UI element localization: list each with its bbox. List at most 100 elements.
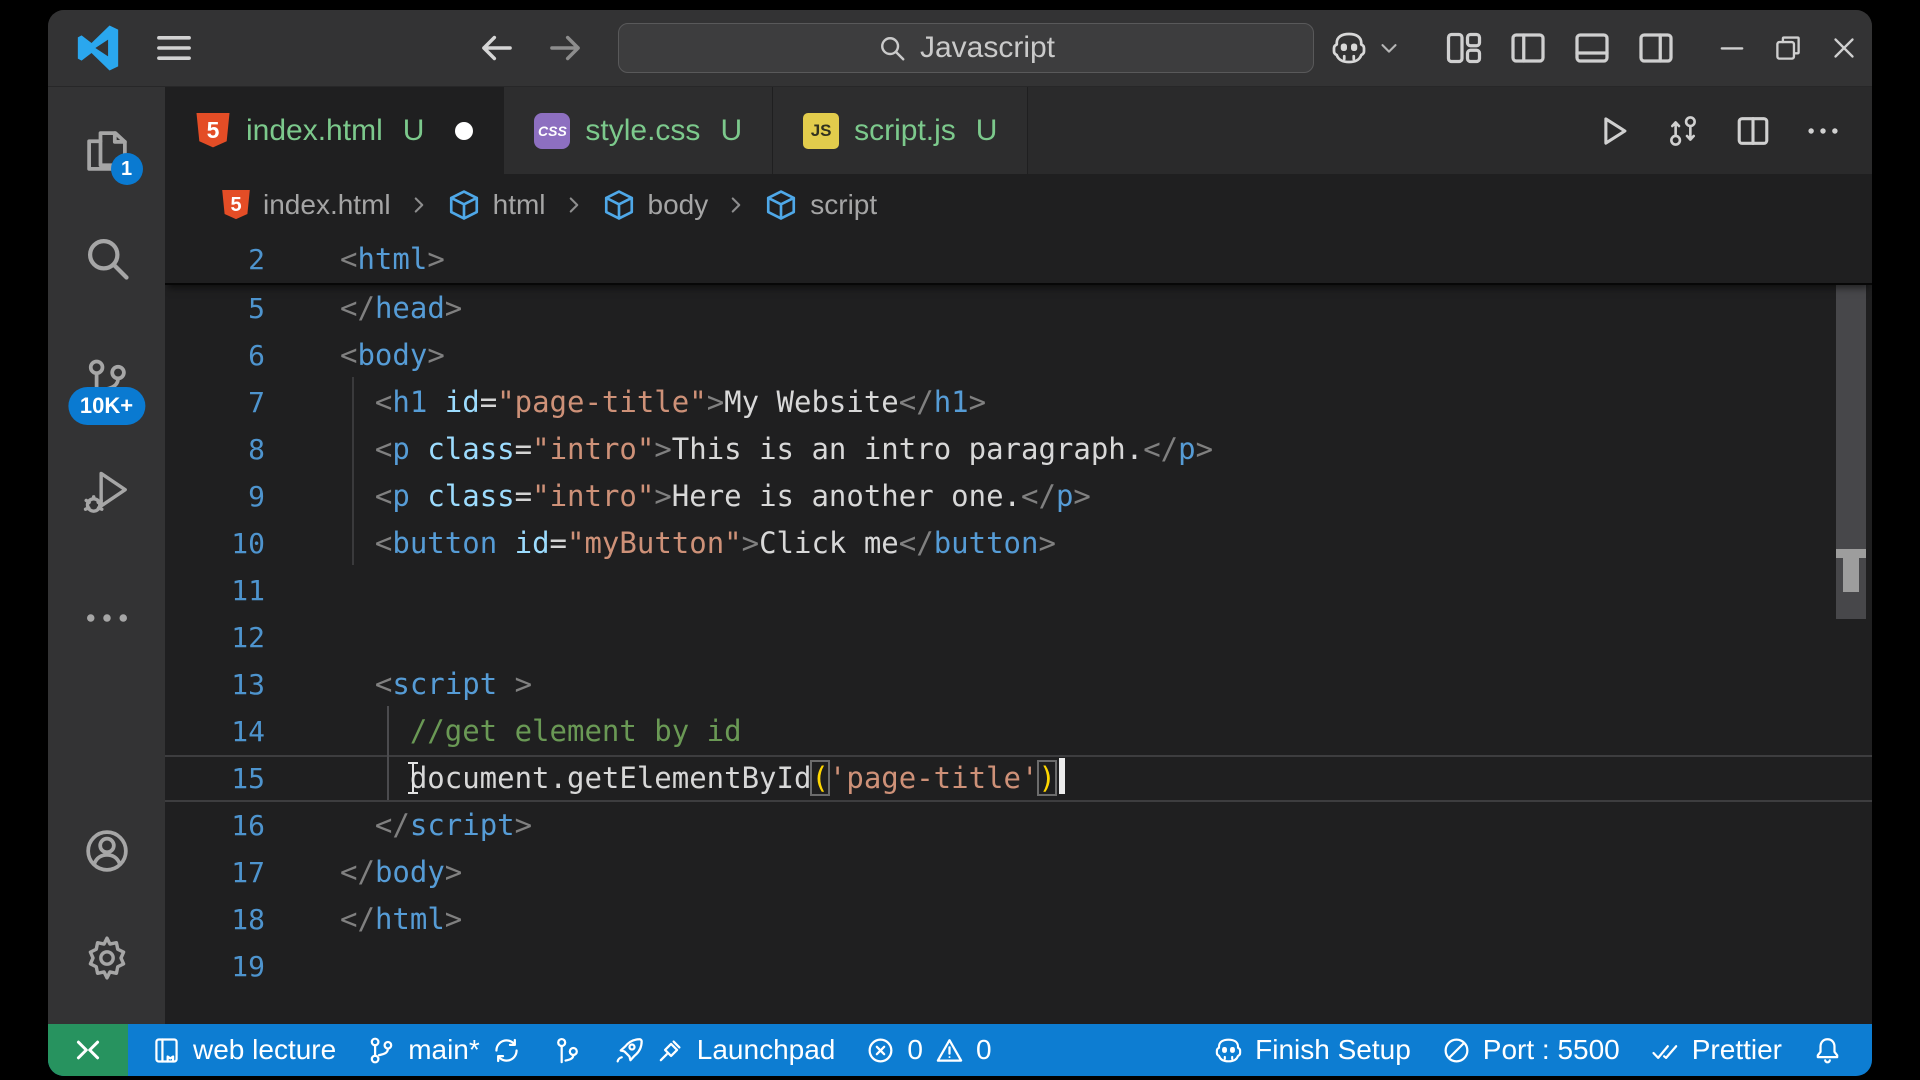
code-line-content: <p class="intro">Here is another one.</p… [265, 473, 1091, 520]
tab-dirty-dot[interactable] [455, 122, 473, 140]
code-line-content: </script> [265, 802, 532, 849]
code-line[interactable]: 18</html> [165, 896, 1872, 943]
code-line-content [265, 567, 340, 614]
code-line[interactable]: 14 //get element by id [165, 708, 1872, 755]
copilot-menu-button[interactable] [1329, 28, 1402, 68]
breadcrumb: 5index.html html body script [165, 174, 1872, 236]
status-item-workspace[interactable]: web lecture [136, 1024, 351, 1076]
tab-index.html[interactable]: 5index.htmlU [165, 87, 504, 174]
code-line[interactable]: 9 <p class="intro">Here is another one.<… [165, 473, 1872, 520]
copilot-icon [1213, 1035, 1244, 1066]
nav-history [476, 10, 586, 86]
git-branch-icon [366, 1035, 397, 1066]
activity-item-source-control[interactable]: 10K+ [75, 349, 139, 413]
open-changes-button[interactable] [1664, 112, 1702, 150]
code-line-content [265, 614, 340, 661]
toggle-primary-sidebar-button[interactable] [1508, 28, 1548, 68]
code-line-content: <body> [265, 332, 445, 379]
toggle-secondary-sidebar-button[interactable] [1636, 28, 1676, 68]
account-icon [81, 825, 133, 877]
line-number: 15 [165, 755, 265, 802]
code-line[interactable]: 5</head> [165, 285, 1872, 332]
tab-label: script.js [854, 114, 956, 148]
breadcrumb-item-index.html[interactable]: 5index.html [221, 189, 391, 221]
command-center-search[interactable]: Javascript [618, 23, 1314, 73]
activity-bar: 1 10K+ [48, 87, 165, 1024]
status-right: Finish SetupPort : 5500 Prettier [1198, 1024, 1872, 1076]
breadcrumb-item-html[interactable]: html [447, 188, 546, 222]
breadcrumb-label: html [493, 189, 546, 221]
activity-item-search[interactable] [75, 226, 139, 290]
code-line[interactable]: 6<body> [165, 332, 1872, 379]
minimize-button[interactable] [1704, 10, 1760, 86]
minimize-icon [1715, 31, 1749, 65]
line-number: 14 [165, 708, 265, 755]
gear-icon [81, 932, 133, 984]
line-number: 7 [165, 379, 265, 426]
breadcrumb-item-body[interactable]: body [602, 188, 709, 222]
run-file-button[interactable] [1594, 112, 1632, 150]
code-line-content: <html> [265, 236, 445, 283]
status-item-live-server-port[interactable]: Port : 5500 [1426, 1024, 1635, 1076]
toggle-panel-button[interactable] [1572, 28, 1612, 68]
status-item-launchpad[interactable]: Launchpad [598, 1024, 851, 1076]
more-actions-button[interactable] [1804, 112, 1842, 150]
tab-git-status: U [720, 114, 742, 148]
nav-back[interactable] [476, 27, 518, 69]
line-number: 6 [165, 332, 265, 379]
status-item-text: Launchpad [697, 1034, 836, 1066]
status-item-source-control-graph[interactable] [537, 1024, 598, 1076]
activity-item-explorer[interactable]: 1 [75, 119, 139, 183]
line-number: 2 [165, 236, 265, 283]
code-editor[interactable]: 2<html>5</head>6<body>7 <h1 id="page-tit… [165, 236, 1872, 1024]
circle-slash-icon [1441, 1035, 1472, 1066]
code-line[interactable]: 13 <script > [165, 661, 1872, 708]
breadcrumb-item-script[interactable]: script [764, 188, 877, 222]
line-number: 12 [165, 614, 265, 661]
activity-item-run-and-debug[interactable] [75, 459, 139, 523]
restore-button[interactable] [1760, 10, 1816, 86]
search-icon [877, 33, 907, 63]
status-item-prettier[interactable]: Prettier [1635, 1024, 1797, 1076]
git-graph-icon [552, 1035, 583, 1066]
code-line[interactable]: 19 [165, 943, 1872, 990]
close-button[interactable] [1816, 10, 1872, 86]
mouse-ibeam-cursor [412, 762, 414, 794]
code-line[interactable]: 12 [165, 614, 1872, 661]
customize-layout-button[interactable] [1444, 28, 1484, 68]
activity-item-settings[interactable] [75, 926, 139, 990]
menu-icon[interactable] [152, 26, 196, 70]
code-line[interactable]: 11 [165, 567, 1872, 614]
line-number: 16 [165, 802, 265, 849]
nav-forward[interactable] [544, 27, 586, 69]
activity-item-additional-views[interactable] [75, 586, 139, 650]
code-line[interactable]: 17</body> [165, 849, 1872, 896]
tab-style.css[interactable]: CSSstyle.cssU [504, 87, 773, 174]
split-editor-button[interactable] [1734, 112, 1772, 150]
code-line[interactable]: 8 <p class="intro">This is an intro para… [165, 426, 1872, 473]
status-item-text: Prettier [1692, 1034, 1782, 1066]
tab-script.js[interactable]: JSscript.jsU [773, 87, 1028, 174]
status-item-copilot-finish-setup[interactable]: Finish Setup [1198, 1024, 1426, 1076]
status-item-git-branch[interactable]: main* [351, 1024, 537, 1076]
status-item-text: 0 [907, 1034, 923, 1066]
bell-icon [1812, 1035, 1843, 1066]
status-item-notifications[interactable] [1797, 1024, 1858, 1076]
code-line[interactable]: 10 <button id="myButton">Click me</butto… [165, 520, 1872, 567]
line-number: 17 [165, 849, 265, 896]
book-icon [151, 1035, 182, 1066]
workbench: 110K+ 5index.htmlUCSSstyle.cssUJSscript.… [48, 87, 1872, 1024]
activity-item-accounts[interactable] [75, 819, 139, 883]
status-item-problems[interactable]: 00 [850, 1024, 1006, 1076]
code-line[interactable]: 16 </script> [165, 802, 1872, 849]
sticky-scroll-line[interactable]: 2<html> [165, 236, 1872, 285]
remote-icon [71, 1033, 105, 1067]
cube-icon [602, 188, 636, 222]
status-item-remote-indicator[interactable] [48, 1024, 128, 1076]
breadcrumb-label: index.html [263, 189, 391, 221]
search-text: Javascript [920, 31, 1055, 65]
line-number: 9 [165, 473, 265, 520]
code-line[interactable]: 15 document.getElementById('page-title') [165, 755, 1872, 802]
close-icon [1827, 31, 1861, 65]
code-line[interactable]: 7 <h1 id="page-title">My Website</h1> [165, 379, 1872, 426]
